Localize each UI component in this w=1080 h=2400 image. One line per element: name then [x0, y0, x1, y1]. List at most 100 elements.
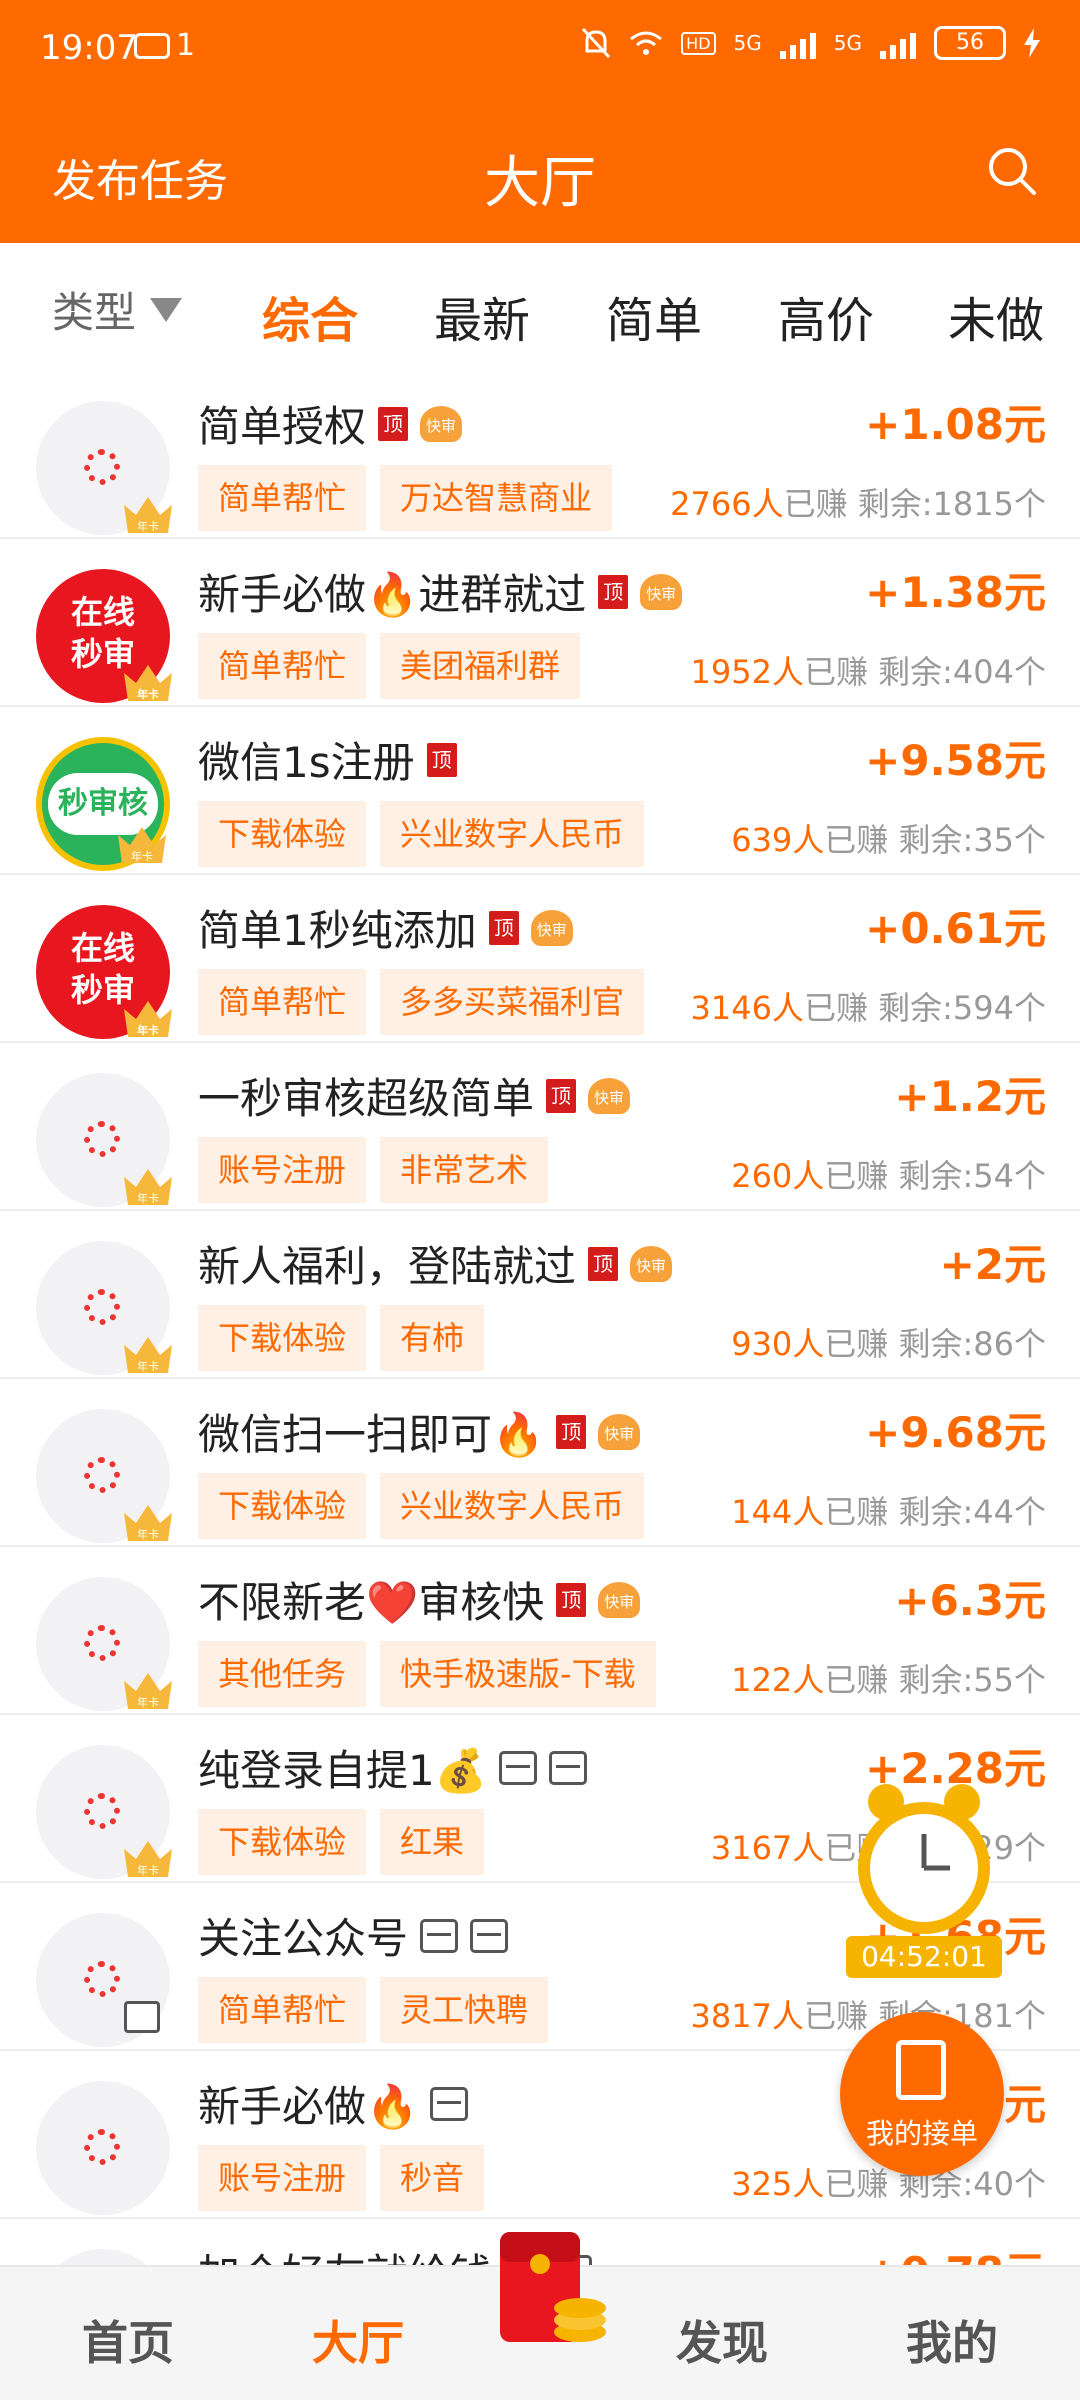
- task-title-line: 简单授权 顶 快审: [198, 393, 463, 454]
- nav-home[interactable]: 首页: [82, 2307, 174, 2373]
- earned-count: 3817人: [690, 1997, 804, 2035]
- task-category-tag: 简单帮忙: [198, 1977, 367, 2043]
- task-price: 元: [1003, 2080, 1046, 2129]
- card-badge-text: 年卡: [137, 1359, 159, 1373]
- status-time: 19:07: [40, 28, 138, 68]
- crown-icon: 年卡: [124, 497, 172, 533]
- task-row[interactable]: 年卡 一秒审核超级简单 顶 快审 +1.2元 账号注册 非常艺术 260人已赚 …: [0, 1043, 1080, 1211]
- loading-icon: [84, 1961, 120, 1997]
- top-badge: 顶: [598, 574, 629, 609]
- task-category-tag: 其他任务: [198, 1641, 367, 1707]
- task-title: 简单1秒纯添加: [198, 906, 477, 955]
- nav-discover[interactable]: 发现: [676, 2307, 768, 2373]
- crown-icon: 年卡: [124, 1841, 172, 1877]
- task-title: 不限新老❤️审核快: [198, 1578, 545, 1627]
- task-row[interactable]: 年卡 简单授权 顶 快审 +1.08元 简单帮忙 万达智慧商业 2766人已赚 …: [0, 371, 1080, 539]
- task-price: +1.08元: [865, 400, 1046, 449]
- task-row[interactable]: 在线 秒审 年卡 新手必做🔥进群就过 顶 快审 +1.38元 简单帮忙 美团福利…: [0, 539, 1080, 707]
- crown-icon: 年卡: [124, 1001, 172, 1037]
- tab-comprehensive[interactable]: 综合: [262, 281, 358, 351]
- dropdown-triangle-icon: [150, 297, 183, 322]
- earned-count: 1952人: [690, 653, 804, 691]
- earned-count: 144人: [731, 1493, 825, 1531]
- signal-icon-2: [880, 27, 916, 59]
- loading-icon: [84, 449, 120, 485]
- top-badge: 顶: [556, 1414, 587, 1449]
- avatar-text-line1: 在线: [70, 929, 135, 967]
- card-badge-text: 年卡: [137, 1023, 159, 1037]
- charging-icon: [1024, 28, 1040, 58]
- task-merchant-tag: 美团福利群: [380, 633, 581, 699]
- task-stats: 3146人已赚 剩余:594个: [690, 983, 1046, 1029]
- tab-latest[interactable]: 最新: [434, 281, 530, 351]
- loading-icon: [84, 1289, 120, 1325]
- task-tags: 下载体验 有柿: [198, 1305, 485, 1371]
- tab-simple[interactable]: 简单: [606, 281, 702, 351]
- search-icon[interactable]: [986, 145, 1038, 197]
- document-check-icon: [896, 2040, 946, 2100]
- task-price: +0.61元: [865, 904, 1046, 953]
- task-row[interactable]: 年卡 不限新老❤️审核快 顶 快审 +6.3元 其他任务 快手极速版-下载 12…: [0, 1547, 1080, 1715]
- red-packet-icon[interactable]: [470, 2222, 620, 2362]
- task-title-line: 微信扫一扫即可🔥 顶 快审: [198, 1401, 641, 1462]
- type-filter-dropdown[interactable]: 类型: [52, 279, 183, 340]
- task-category-tag: 简单帮忙: [198, 633, 367, 699]
- status-icons: HD 5G 5G 56: [581, 26, 1040, 60]
- earned-count: 930人: [731, 1325, 825, 1363]
- hd-icon: HD: [681, 31, 716, 55]
- task-merchant-tag: 有柿: [380, 1305, 485, 1371]
- task-title-line: 纯登录自提1💰: [198, 1737, 588, 1798]
- header-bar: 19:07 1 HD 5G 5G 56 发布任务 大厅: [0, 0, 1080, 243]
- earned-count: 3146人: [690, 989, 804, 1027]
- earned-label: 已赚: [824, 1493, 889, 1531]
- crown-icon: 年卡: [124, 1337, 172, 1373]
- loading-icon: [84, 1625, 120, 1661]
- task-avatar: 年卡: [36, 1577, 172, 1711]
- card-badge-text: 年卡: [131, 849, 153, 863]
- task-avatar: 年卡: [36, 1073, 172, 1207]
- remaining-count: 剩余:55个: [898, 1661, 1046, 1699]
- task-avatar: 秒审核 年卡: [36, 737, 170, 871]
- message-icon: [134, 33, 170, 59]
- task-title: 一秒审核超级简单: [198, 1074, 535, 1123]
- remaining-count: 剩余:44个: [898, 1493, 1046, 1531]
- task-category-tag: 下载体验: [198, 801, 367, 867]
- task-stats: 3817人已赚 剩余:181个: [690, 1991, 1046, 2037]
- earned-count: 2766人: [670, 485, 784, 523]
- task-row[interactable]: 秒审核 年卡 微信1s注册 顶 +9.58元 下载体验 兴业数字人民币 639人…: [0, 707, 1080, 875]
- mute-bell-icon: [582, 27, 611, 59]
- task-price: +2元: [939, 1240, 1046, 1289]
- fast-review-badge: 快审: [420, 405, 463, 442]
- top-badge: 顶: [546, 1078, 577, 1113]
- task-price: +9.68元: [865, 1408, 1046, 1457]
- image-icon: [420, 1918, 459, 1953]
- task-stats: 639人已赚 剩余:35个: [731, 815, 1046, 861]
- task-category-tag: 下载体验: [198, 1809, 367, 1875]
- crown-icon: 年卡: [124, 1505, 172, 1541]
- network-type-1: 5G: [733, 31, 762, 55]
- task-title-line: 新人福利，登陆就过 顶 快审: [198, 1233, 673, 1294]
- nav-hall[interactable]: 大厅: [312, 2307, 404, 2373]
- top-badge: 顶: [488, 910, 519, 945]
- task-tags: 账号注册 非常艺术: [198, 1137, 549, 1203]
- task-row[interactable]: 年卡 微信扫一扫即可🔥 顶 快审 +9.68元 下载体验 兴业数字人民币 144…: [0, 1379, 1080, 1547]
- tab-not-done[interactable]: 未做: [948, 281, 1044, 351]
- task-category-tag: 下载体验: [198, 1473, 367, 1539]
- task-avatar: 年卡: [36, 1241, 172, 1375]
- card-badge-text: 年卡: [137, 1695, 159, 1709]
- task-row[interactable]: 年卡 新人福利，登陆就过 顶 快审 +2元 下载体验 有柿 930人已赚 剩余:…: [0, 1211, 1080, 1379]
- battery-icon: 56: [934, 26, 1006, 60]
- nav-mine[interactable]: 我的: [906, 2307, 998, 2373]
- task-row[interactable]: 在线 秒审 年卡 简单1秒纯添加 顶 快审 +0.61元 简单帮忙 多多买菜福利…: [0, 875, 1080, 1043]
- task-category-tag: 简单帮忙: [198, 969, 367, 1035]
- task-merchant-tag: 万达智慧商业: [380, 465, 613, 531]
- task-category-tag: 下载体验: [198, 1305, 367, 1371]
- task-tags: 下载体验 兴业数字人民币: [198, 801, 645, 867]
- task-title-line: 关注公众号: [198, 1905, 509, 1966]
- my-orders-button[interactable]: 我的接单: [840, 2012, 1004, 2176]
- task-category-tag: 简单帮忙: [198, 465, 367, 531]
- task-stats: 260人已赚 剩余:54个: [731, 1151, 1046, 1197]
- page-title: 大厅: [484, 151, 596, 216]
- top-badge: 顶: [426, 742, 457, 777]
- tab-high-price[interactable]: 高价: [778, 281, 874, 351]
